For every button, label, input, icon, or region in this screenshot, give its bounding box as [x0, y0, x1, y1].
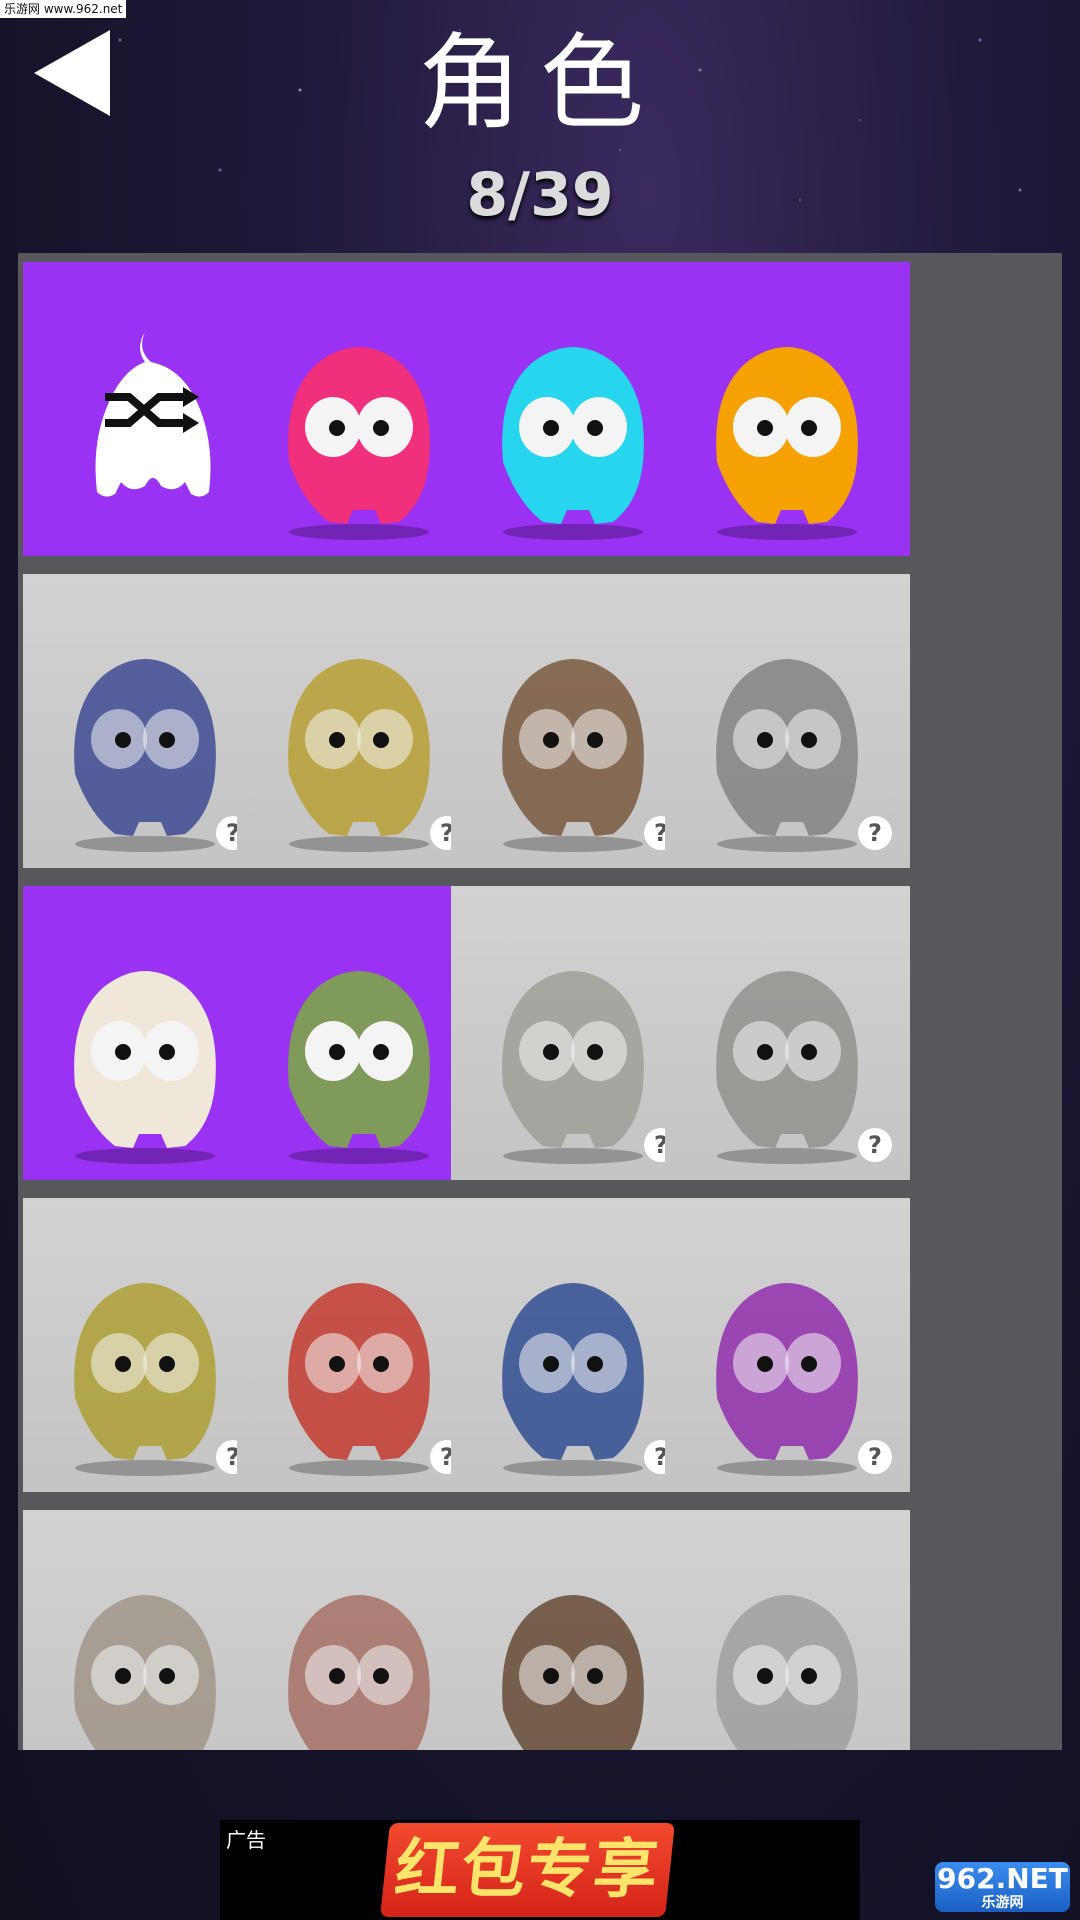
- cyan-alien-character-icon: [502, 347, 644, 540]
- locked-question-badge: ?: [858, 816, 892, 850]
- random-character-icon: [95, 332, 211, 497]
- character-card-monkey[interactable]: ?: [451, 1510, 696, 1750]
- character-card-viking[interactable]: ?: [451, 1198, 696, 1492]
- dog-character-icon: [74, 1595, 216, 1750]
- character-card-yellow-chick[interactable]: ?: [237, 574, 482, 868]
- character-card-grey-rooster[interactable]: ?: [665, 574, 910, 868]
- site-watermark: 乐游网 www.962.net: [0, 0, 127, 18]
- character-row: ? ? ?: [18, 565, 1062, 877]
- character-card-brown-owl[interactable]: ?: [451, 574, 696, 868]
- character-row: ? ? ?: [18, 1189, 1062, 1501]
- character-card-pink-blob[interactable]: [237, 262, 482, 556]
- page-title: 角色: [417, 22, 662, 144]
- vampire-character-icon: [74, 971, 216, 1164]
- character-card-vampire[interactable]: [23, 886, 268, 1180]
- character-card-orange-cyclops[interactable]: [665, 262, 910, 556]
- character-card-spartan[interactable]: ?: [23, 1198, 268, 1492]
- monkey-character-icon: [502, 1595, 644, 1750]
- character-card-mummy[interactable]: ?: [451, 886, 696, 1180]
- site-logo: 962.NET 乐游网: [935, 1862, 1070, 1912]
- character-card-pig[interactable]: ?: [237, 1510, 482, 1750]
- character-card-king[interactable]: ?: [665, 1198, 910, 1492]
- ad-label: 广告: [226, 1828, 266, 1852]
- character-card-dog[interactable]: ?: [23, 1510, 268, 1750]
- character-grid: ? ? ? ? ? ? ? ? ? ?: [18, 253, 1062, 1750]
- locked-question-badge: ?: [858, 1440, 892, 1474]
- logo-subtext: 乐游网: [981, 1895, 1024, 1911]
- unlock-counter: 8/39: [466, 160, 614, 230]
- panda-character-icon: [716, 1595, 858, 1750]
- character-row: [18, 253, 1062, 565]
- pig-character-icon: [288, 1595, 430, 1750]
- character-row: ? ?: [18, 877, 1062, 1189]
- orange-cyclops-character-icon: [716, 347, 858, 540]
- character-card-cyan-alien[interactable]: [451, 262, 696, 556]
- character-card-panda[interactable]: ?: [665, 1510, 910, 1750]
- locked-question-badge: ?: [858, 1128, 892, 1162]
- character-card-random[interactable]: [23, 262, 268, 556]
- logo-text: 962.NET: [937, 1862, 1068, 1895]
- pink-blob-character-icon: [288, 347, 430, 540]
- character-row: ? ? ?: [18, 1501, 1062, 1750]
- character-card-blue-bird[interactable]: ?: [23, 574, 268, 868]
- ad-banner-bar[interactable]: 广告 红包专享: [220, 1820, 860, 1920]
- character-card-roman-soldier[interactable]: ?: [237, 1198, 482, 1492]
- character-card-skull[interactable]: ?: [665, 886, 910, 1180]
- character-card-frankenstein[interactable]: [237, 886, 482, 1180]
- red-envelope-ad[interactable]: 红包专享: [380, 1823, 675, 1917]
- frankenstein-character-icon: [288, 971, 430, 1164]
